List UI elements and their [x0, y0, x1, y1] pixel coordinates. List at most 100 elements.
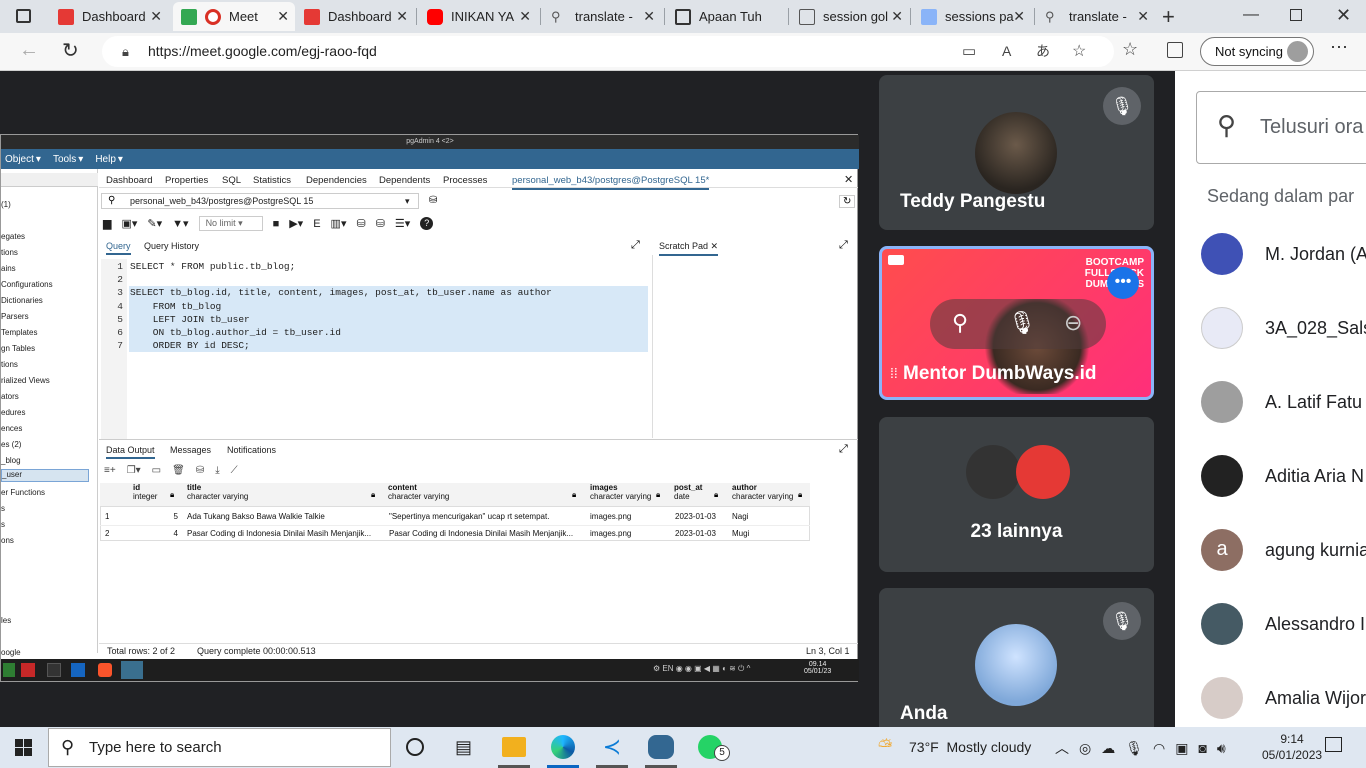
- back-icon[interactable]: ←: [19, 39, 39, 62]
- tree-item[interactable]: Templates: [1, 328, 37, 337]
- close-icon[interactable]: ✕: [643, 8, 655, 25]
- expand-icon[interactable]: ⤢: [839, 443, 848, 456]
- tab-dashboard[interactable]: Dashboard: [106, 175, 152, 186]
- collections-icon[interactable]: [1167, 42, 1183, 58]
- favorites-icon[interactable]: ☆: [1122, 39, 1138, 60]
- windows-start-icon[interactable]: [15, 739, 32, 756]
- people-search-input[interactable]: ⚲ Telusuri ora: [1196, 91, 1366, 164]
- tab-sql[interactable]: SQL: [222, 175, 241, 186]
- cortana-icon[interactable]: [406, 738, 424, 756]
- tree-item[interactable]: ators: [1, 392, 19, 401]
- tree-item[interactable]: er Functions: [1, 488, 45, 497]
- participant-list-item[interactable]: M. Jordan (A: [1265, 244, 1366, 265]
- commit-icon[interactable]: ⛁: [356, 217, 365, 230]
- tree-item[interactable]: rialized Views: [1, 376, 50, 385]
- tab-translate-1[interactable]: ⚲ translate - ✕: [543, 2, 661, 31]
- participant-tile-self[interactable]: 🎙︎ Anda: [879, 588, 1154, 727]
- pgadmin-icon[interactable]: [648, 735, 674, 759]
- close-icon[interactable]: ✕: [396, 8, 408, 25]
- tree-item[interactable]: edures: [1, 408, 25, 417]
- help-icon[interactable]: ?: [420, 217, 434, 230]
- add-row-icon[interactable]: ≡+: [104, 465, 116, 476]
- screen-icon[interactable]: ▣: [1175, 740, 1188, 757]
- tab-dashboard-2[interactable]: Dashboard ✕: [296, 2, 414, 31]
- sync-button[interactable]: Not syncing: [1200, 37, 1314, 66]
- mic-icon[interactable]: 🎙︎: [1125, 740, 1143, 757]
- copy-icon[interactable]: ❐▾: [127, 465, 141, 476]
- download-icon[interactable]: ⤓: [215, 465, 219, 476]
- participant-list-item[interactable]: Alessandro I: [1265, 614, 1365, 635]
- tab-messages[interactable]: Messages: [170, 445, 211, 455]
- participant-list-item[interactable]: Aditia Aria N: [1265, 466, 1364, 487]
- refresh-icon[interactable]: ↻: [62, 38, 79, 63]
- tab-youtube[interactable]: INIKAN YA ✕: [419, 2, 537, 31]
- sql-editor[interactable]: 1 SELECT * FROM public.tb_blog; 2 3 SELECT…: [101, 259, 648, 439]
- tab-data-output[interactable]: Data Output: [106, 445, 155, 459]
- tab-query-history[interactable]: Query History: [144, 241, 199, 251]
- tree-item[interactable]: tions: [1, 360, 18, 369]
- tab-notifications[interactable]: Notifications: [227, 445, 276, 455]
- meet-tray-icon[interactable]: ◙: [1198, 740, 1206, 756]
- macros-icon[interactable]: ☰▾: [395, 217, 410, 230]
- tab-sessions-pa[interactable]: sessions pa ✕: [913, 2, 1031, 31]
- menu-tools[interactable]: Tools: [53, 154, 76, 165]
- tree-item[interactable]: ons: [1, 536, 14, 545]
- translate-icon[interactable]: あ: [1036, 36, 1050, 67]
- mic-icon[interactable]: 🎙︎: [1008, 310, 1036, 336]
- participant-tile-mentor[interactable]: BOOTCAMP FULLSTACK DUMBWAYS ⚲ 🎙︎ ⊖ ••• ⁞…: [879, 246, 1154, 400]
- chevron-up-icon[interactable]: ︿: [1055, 738, 1069, 758]
- open-file-icon[interactable]: ▆: [103, 217, 111, 230]
- participant-list-item[interactable]: Amalia Wijor: [1265, 688, 1366, 709]
- notifications-icon[interactable]: [1325, 737, 1342, 752]
- tree-item[interactable]: les: [1, 616, 11, 625]
- close-icon[interactable]: ✕: [1013, 8, 1025, 25]
- remove-icon[interactable]: ⊖: [1064, 310, 1082, 336]
- column-header-id[interactable]: id integer: [133, 483, 157, 501]
- close-icon[interactable]: ✕: [150, 8, 162, 25]
- participant-list-item[interactable]: 3A_028_Sals: [1265, 318, 1366, 339]
- close-tab-icon[interactable]: ✕: [844, 173, 853, 186]
- wifi-icon[interactable]: ◠: [1153, 740, 1165, 757]
- column-header-post-at[interactable]: post_at date: [674, 483, 702, 501]
- save-data-icon[interactable]: ⛁: [196, 465, 204, 476]
- paste-icon[interactable]: ▭: [152, 465, 161, 476]
- database-icon[interactable]: ⛁: [429, 195, 437, 206]
- edge-icon[interactable]: [551, 735, 575, 759]
- tree-item[interactable]: (1): [1, 200, 11, 209]
- tree-item[interactable]: egates: [1, 232, 25, 241]
- network-icon[interactable]: ◎: [1079, 740, 1091, 757]
- column-header-author[interactable]: author character varying: [732, 483, 793, 501]
- column-header-title[interactable]: title character varying: [187, 483, 248, 501]
- file-explorer-icon[interactable]: [502, 737, 526, 757]
- tab-translate-2[interactable]: ⚲ translate - ✕: [1037, 2, 1155, 31]
- window-close-icon[interactable]: ✕: [1336, 5, 1351, 26]
- tree-item[interactable]: _blog: [1, 456, 21, 465]
- save-icon[interactable]: ▣▾: [121, 217, 137, 230]
- more-options-icon[interactable]: •••: [1107, 267, 1139, 299]
- refresh-icon[interactable]: ↻: [839, 195, 856, 208]
- column-header-content[interactable]: content character varying: [388, 483, 449, 501]
- tab-query[interactable]: Query: [106, 241, 131, 255]
- limit-select[interactable]: No limit ▾: [198, 216, 263, 231]
- minimize-icon[interactable]: —: [1243, 6, 1259, 24]
- tab-meet[interactable]: Meet ✕: [173, 2, 295, 31]
- participant-list-item[interactable]: agung kurnia: [1265, 540, 1366, 561]
- tree-item[interactable]: Parsers: [1, 312, 29, 321]
- delete-icon[interactable]: 🗑︎: [172, 465, 185, 476]
- filter-icon[interactable]: ▼▾: [172, 217, 188, 230]
- tab-statistics[interactable]: Statistics: [253, 175, 291, 186]
- tab-properties[interactable]: Properties: [165, 175, 208, 186]
- expand-icon[interactable]: ⤢: [631, 239, 640, 252]
- tab-session-gol[interactable]: session gol ✕: [791, 2, 909, 31]
- edit-icon[interactable]: ✎▾: [147, 217, 162, 230]
- table-row[interactable]: 2 4 Pasar Coding di Indonesia Dinilai Ma…: [100, 525, 810, 541]
- tab-apaan-tuh[interactable]: Apaan Tuh: [667, 2, 785, 31]
- task-view-icon[interactable]: ▤: [455, 737, 472, 758]
- close-icon[interactable]: ✕: [519, 8, 531, 25]
- taskbar-search-input[interactable]: ⚲ Type here to search: [48, 728, 391, 767]
- tab-dashboard-1[interactable]: Dashboard ✕: [50, 2, 168, 31]
- vscode-icon[interactable]: ≺: [600, 735, 624, 759]
- explain-analyze-icon[interactable]: ▥▾: [331, 217, 347, 230]
- tab-dependents[interactable]: Dependents: [379, 175, 430, 186]
- favorite-icon[interactable]: ☆: [1072, 36, 1086, 67]
